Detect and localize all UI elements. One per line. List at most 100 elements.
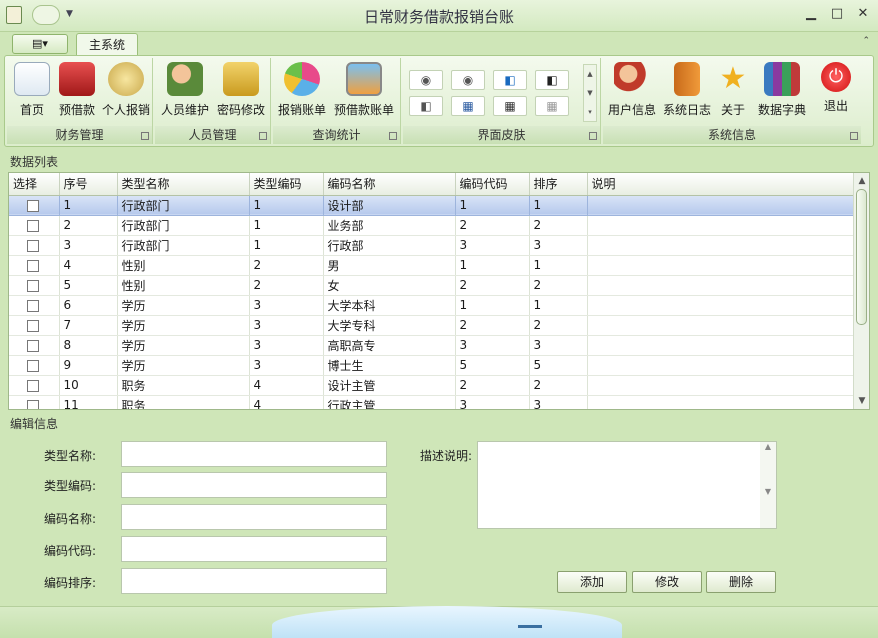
about-button[interactable]: ★ 关于	[715, 62, 751, 124]
row-checkbox[interactable]	[27, 359, 39, 372]
row-checkbox-cell[interactable]	[9, 255, 60, 276]
table-cell: 4	[249, 395, 324, 409]
table-cell: 3	[529, 235, 588, 256]
row-checkbox[interactable]	[27, 299, 39, 312]
row-checkbox[interactable]	[27, 379, 39, 392]
table-cell: 5	[529, 355, 588, 376]
row-checkbox[interactable]	[27, 219, 39, 232]
edit-button[interactable]: 修改	[632, 571, 702, 593]
row-checkbox-cell[interactable]	[9, 295, 60, 316]
dialog-launcher-icon[interactable]	[389, 132, 397, 140]
scroll-down-icon[interactable]: ▼	[856, 395, 868, 407]
type-code-input[interactable]	[121, 472, 387, 498]
dialog-launcher-icon[interactable]	[589, 132, 597, 140]
skin-option-8[interactable]: ▦	[535, 96, 569, 116]
type-code-label: 类型编码:	[43, 479, 96, 493]
tab-main-system[interactable]: 主系统	[76, 33, 138, 56]
exit-button[interactable]: ⏻ 退出	[815, 62, 857, 124]
table-cell: 设计主管	[323, 375, 456, 396]
skin-option-1[interactable]: ◉	[409, 70, 443, 90]
maximize-button[interactable]: □	[826, 4, 848, 24]
column-header[interactable]: 排序	[529, 173, 588, 196]
type-name-input[interactable]	[121, 441, 387, 467]
advance-bill-button[interactable]: 预借款账单	[331, 62, 397, 124]
column-header[interactable]: 编码名称	[323, 173, 456, 196]
add-button[interactable]: 添加	[557, 571, 627, 593]
minimize-button[interactable]: ▁	[800, 4, 822, 24]
dialog-launcher-icon[interactable]	[850, 132, 858, 140]
table-row[interactable]: 1 行政部门 1 设计部 1 1	[9, 195, 854, 216]
row-checkbox[interactable]	[27, 279, 39, 292]
skin-option-5[interactable]: ◧	[409, 96, 443, 116]
application-menu-button[interactable]: ▤▾	[12, 34, 68, 54]
table-row[interactable]: 9 学历 3 博士生 5 5	[9, 355, 854, 376]
skin-option-3[interactable]: ◧	[493, 70, 527, 90]
row-checkbox[interactable]	[27, 339, 39, 352]
code-value-input[interactable]	[121, 536, 387, 562]
collapse-ribbon-icon[interactable]: ⌃	[862, 36, 870, 46]
home-button[interactable]: 首页	[11, 62, 53, 124]
advance-loan-button[interactable]: 预借款	[55, 62, 99, 124]
row-checkbox-cell[interactable]	[9, 315, 60, 336]
user-info-button[interactable]: 用户信息	[605, 62, 659, 124]
system-log-button[interactable]: 系统日志	[661, 62, 713, 124]
scroll-up-icon[interactable]: ▲	[856, 175, 868, 187]
table-row[interactable]: 8 学历 3 高职高专 3 3	[9, 335, 854, 356]
table-row[interactable]: 2 行政部门 1 业务部 2 2	[9, 215, 854, 236]
pie-chart-icon	[284, 62, 320, 96]
table-row[interactable]: 11 职务 4 行政主管 3 3	[9, 395, 854, 409]
skin-gallery-scroll[interactable]: ▲ ▼ ▾	[583, 64, 597, 122]
row-checkbox-cell[interactable]	[9, 335, 60, 356]
table-row[interactable]: 5 性别 2 女 2 2	[9, 275, 854, 296]
table-row[interactable]: 10 职务 4 设计主管 2 2	[9, 375, 854, 396]
table-row[interactable]: 7 学历 3 大学专科 2 2	[9, 315, 854, 336]
row-checkbox-cell[interactable]	[9, 275, 60, 296]
row-checkbox-cell[interactable]	[9, 215, 60, 236]
code-name-input[interactable]	[121, 504, 387, 530]
staff-maintain-button[interactable]: 人员维护	[157, 62, 213, 124]
column-header[interactable]: 类型编码	[249, 173, 324, 196]
dialog-launcher-icon[interactable]	[259, 132, 267, 140]
row-checkbox[interactable]	[27, 319, 39, 332]
row-checkbox-cell[interactable]	[9, 355, 60, 376]
table-cell: 3	[455, 235, 530, 256]
skin-option-6[interactable]: ▦	[451, 96, 485, 116]
row-checkbox[interactable]	[27, 199, 39, 212]
description-scrollbar[interactable]: ▲ ▼	[760, 442, 776, 528]
password-change-button[interactable]: 密码修改	[213, 62, 269, 124]
skin-option-2[interactable]: ◉	[451, 70, 485, 90]
skin-option-7[interactable]: ▦	[493, 96, 527, 116]
code-sort-input[interactable]	[121, 568, 387, 594]
table-cell: 2	[59, 215, 118, 236]
dialog-launcher-icon[interactable]	[141, 132, 149, 140]
row-checkbox-cell[interactable]	[9, 395, 60, 409]
description-textarea[interactable]: ▲ ▼	[477, 441, 777, 529]
table-row[interactable]: 4 性别 2 男 1 1	[9, 255, 854, 276]
row-checkbox[interactable]	[27, 259, 39, 272]
group-personnel: 人员维护 密码修改 人员管理	[155, 58, 271, 144]
row-checkbox[interactable]	[27, 399, 39, 409]
skin-option-4[interactable]: ◧	[535, 70, 569, 90]
code-name-label: 编码名称:	[43, 512, 96, 526]
personal-reimburse-button[interactable]: 个人报销	[99, 62, 153, 124]
scroll-thumb[interactable]	[856, 189, 867, 325]
column-header[interactable]: 选择	[9, 173, 60, 196]
grid-vertical-scrollbar[interactable]: ▲ ▼	[853, 173, 869, 409]
column-header[interactable]: 序号	[59, 173, 118, 196]
column-header[interactable]: 编码代码	[455, 173, 530, 196]
column-header[interactable]: 类型名称	[117, 173, 250, 196]
column-header[interactable]: 说明	[587, 173, 854, 196]
table-cell: 1	[455, 255, 530, 276]
data-dictionary-button[interactable]: 数据字典	[753, 62, 811, 124]
reimburse-bill-button[interactable]: 报销账单	[275, 62, 329, 124]
row-checkbox[interactable]	[27, 239, 39, 252]
table-cell: 3	[249, 315, 324, 336]
row-checkbox-cell[interactable]	[9, 195, 60, 216]
delete-button[interactable]: 删除	[706, 571, 776, 593]
close-button[interactable]: ✕	[852, 4, 874, 24]
row-checkbox-cell[interactable]	[9, 375, 60, 396]
document-icon	[14, 62, 50, 96]
row-checkbox-cell[interactable]	[9, 235, 60, 256]
table-row[interactable]: 6 学历 3 大学本科 1 1	[9, 295, 854, 316]
table-row[interactable]: 3 行政部门 1 行政部 3 3	[9, 235, 854, 256]
